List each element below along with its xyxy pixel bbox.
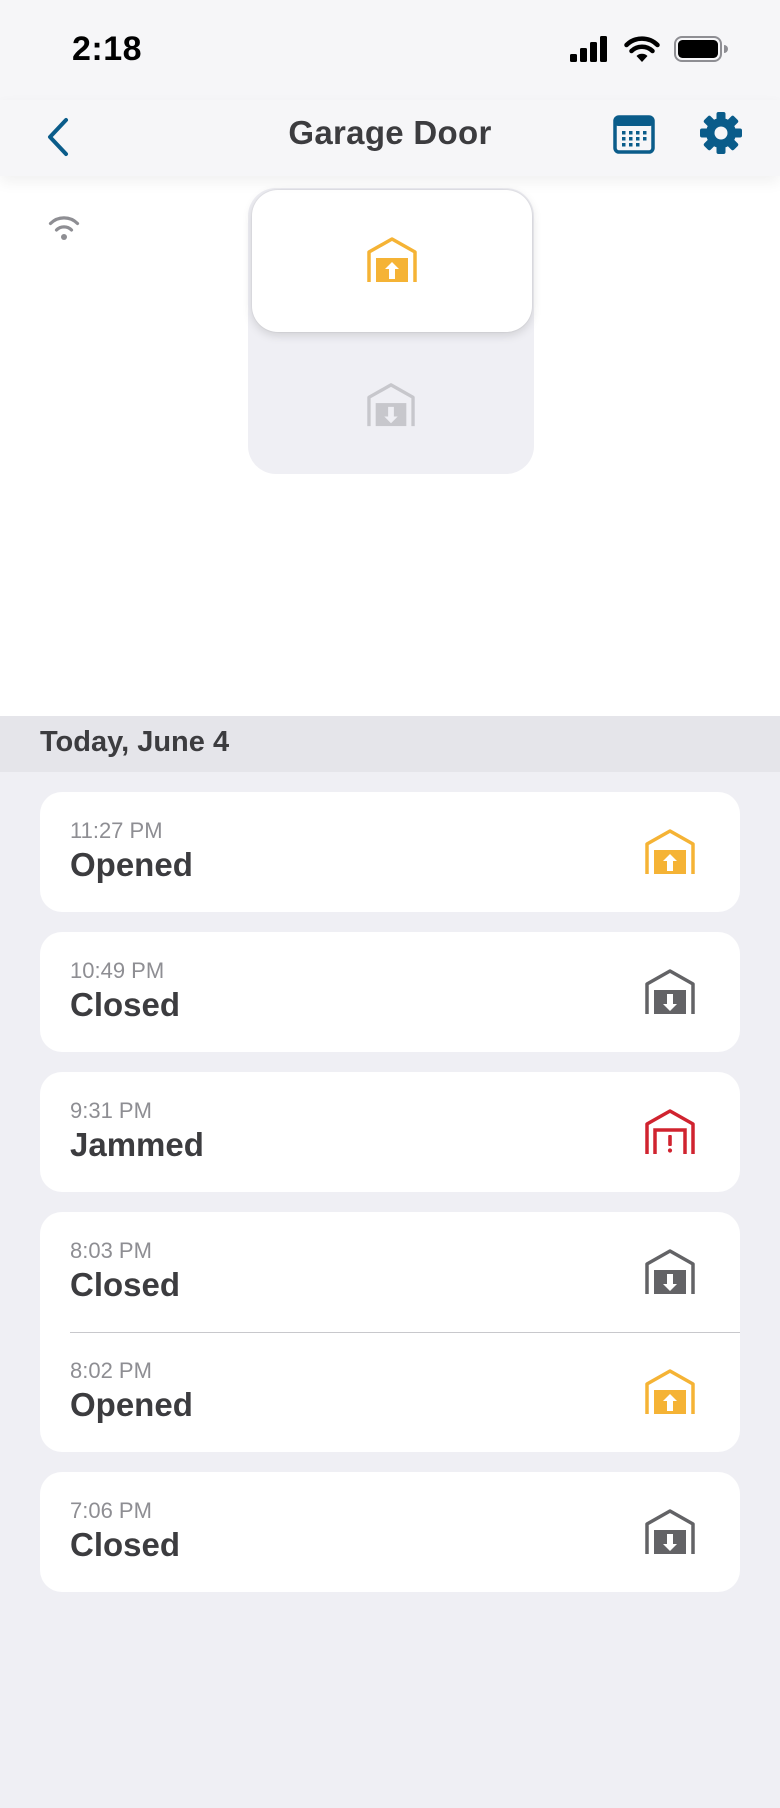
event-label: Opened [70, 846, 193, 883]
status-icons [570, 36, 728, 62]
event-label: Closed [70, 986, 181, 1023]
event-row[interactable]: 11:27 PM Opened [40, 792, 740, 912]
calendar-icon [613, 115, 655, 154]
status-bar: 2:18 [0, 0, 780, 100]
event-row[interactable]: 7:06 PM Closed [40, 1472, 740, 1592]
event-card-group: 8:03 PM Closed 8:02 PM Opened [40, 1212, 740, 1452]
event-row[interactable]: 9:31 PM Jammed [40, 1072, 740, 1192]
event-card: 7:06 PM Closed [40, 1472, 740, 1592]
event-card: 10:49 PM Closed [40, 932, 740, 1052]
event-time: 7:06 PM [70, 1498, 152, 1523]
page-title: Garage Door [288, 114, 492, 151]
cellular-signal-icon [570, 36, 607, 62]
event-row[interactable]: 8:03 PM Closed [40, 1212, 740, 1332]
open-door-button[interactable] [252, 190, 532, 332]
status-time: 2:18 [72, 30, 143, 68]
event-label: Closed [70, 1526, 181, 1563]
gear-icon [700, 112, 742, 154]
garage-closed-icon [645, 1249, 695, 1294]
event-time: 10:49 PM [70, 958, 165, 983]
calendar-button[interactable] [612, 112, 656, 156]
section-date-title: Today, June 4 [40, 726, 230, 758]
event-card: 11:27 PM Opened [40, 792, 740, 912]
navigation-bar: Garage Door [0, 100, 780, 176]
event-label: Closed [70, 1266, 181, 1303]
wifi-icon [48, 216, 80, 240]
garage-close-icon[interactable] [366, 382, 416, 428]
event-label: Jammed [70, 1126, 204, 1163]
history-section-header: Today, June 4 [0, 716, 780, 772]
event-time: 9:31 PM [70, 1098, 152, 1123]
garage-open-icon [367, 237, 417, 282]
battery-icon [674, 36, 728, 62]
event-label: Opened [70, 1386, 193, 1423]
event-time: 8:03 PM [70, 1238, 152, 1263]
garage-open-icon [645, 829, 695, 874]
event-card: 9:31 PM Jammed [40, 1072, 740, 1192]
garage-open-icon [645, 1369, 695, 1414]
wifi-status-icon [624, 36, 660, 62]
garage-jammed-icon [645, 1109, 695, 1154]
settings-button[interactable] [698, 110, 744, 156]
garage-closed-icon [645, 969, 695, 1014]
event-row[interactable]: 8:02 PM Opened [40, 1332, 740, 1452]
event-time: 8:02 PM [70, 1358, 152, 1383]
event-row[interactable]: 10:49 PM Closed [40, 932, 740, 1052]
garage-closed-icon [645, 1509, 695, 1554]
event-time: 11:27 PM [70, 818, 163, 843]
